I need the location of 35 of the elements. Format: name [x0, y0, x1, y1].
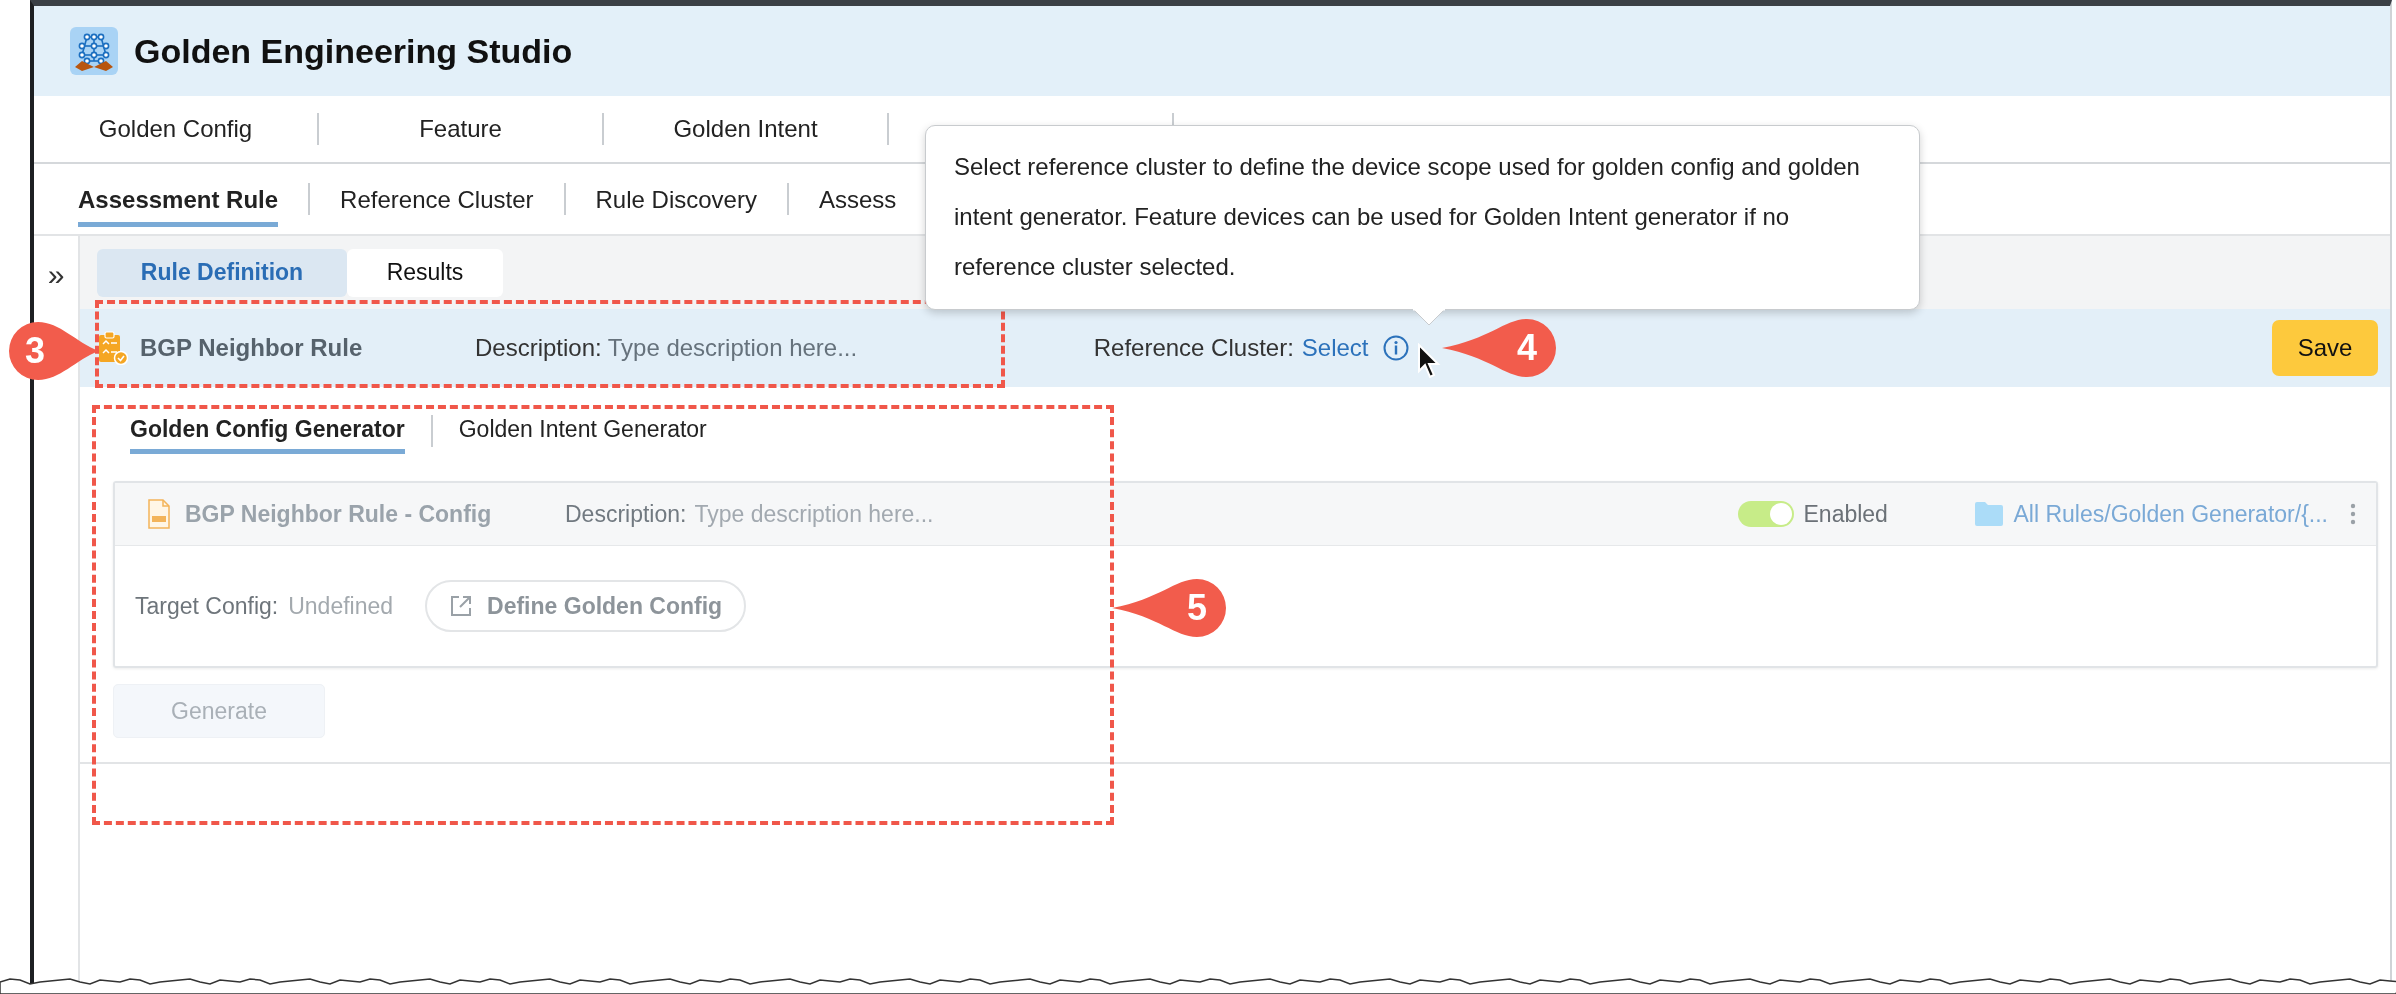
folder-icon — [1973, 501, 2004, 527]
nav-tab[interactable]: Feature — [319, 107, 602, 151]
generator-tab[interactable]: Golden Intent Generator — [458, 408, 707, 454]
rule-name: BGP Neighbor Rule — [140, 334, 364, 362]
view-tab[interactable]: Results — [347, 248, 503, 297]
generator-tab[interactable]: Golden Config Generator — [130, 408, 405, 454]
description-label: Description: — [565, 500, 687, 528]
sub-tab[interactable]: Assess — [818, 171, 897, 227]
description-field[interactable]: Type description here... — [601, 330, 944, 366]
sub-tab[interactable]: Assessment Rule — [78, 171, 279, 227]
nav-tab[interactable]: Golden Intent — [604, 107, 887, 151]
info-icon[interactable] — [1382, 335, 1409, 361]
description-label: Description: — [475, 334, 602, 362]
save-button[interactable]: Save — [2272, 320, 2378, 376]
expand-sidebar-button[interactable]: » — [47, 258, 65, 292]
enabled-switch[interactable] — [1737, 501, 1794, 527]
nav-tab[interactable]: Golden Config — [34, 107, 317, 151]
checklist-icon — [98, 331, 128, 365]
cursor-icon — [1417, 343, 1441, 381]
app-title: Golden Engineering Studio — [134, 31, 573, 71]
external-link-icon — [449, 594, 474, 618]
target-config-value: Undefined — [288, 592, 394, 620]
enabled-label: Enabled — [1803, 500, 1889, 528]
target-config-label: Target Config: — [135, 592, 279, 620]
logo-icon — [70, 27, 118, 75]
sub-tab[interactable]: Reference Cluster — [340, 171, 534, 227]
reference-cluster-label: Reference Cluster: — [1093, 334, 1294, 362]
config-name: BGP Neighbor Rule - Config — [185, 500, 493, 528]
view-tab[interactable]: Rule Definition — [97, 248, 347, 297]
file-icon — [147, 499, 171, 529]
description-field[interactable]: Type description here... — [686, 496, 1123, 532]
select-link[interactable]: Select — [1293, 334, 1377, 362]
more-icon[interactable] — [2350, 503, 2356, 525]
tooltip-text: Select reference cluster to define the device scope used for golden config and golden intent generator. Feature devices can be used for Golden Intent generator if no reference cluster selected. — [954, 152, 1861, 282]
sub-tab[interactable]: Rule Discovery — [595, 171, 757, 227]
